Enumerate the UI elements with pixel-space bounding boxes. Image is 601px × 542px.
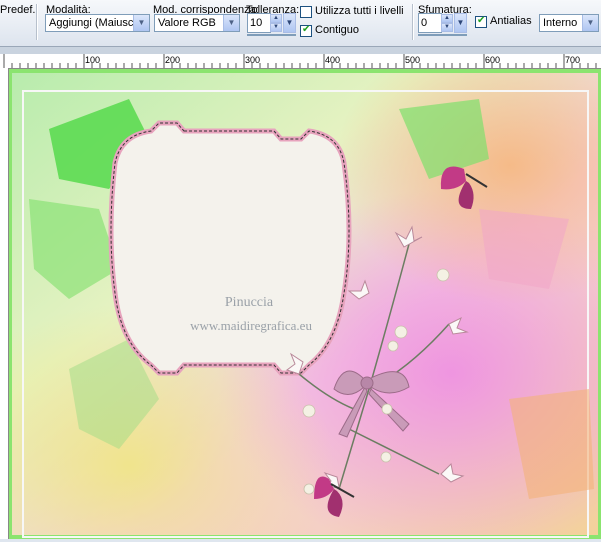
ruler-label: 500 bbox=[405, 55, 421, 65]
match-mode-dropdown[interactable]: Valore RGB ▼ bbox=[154, 14, 240, 32]
chevron-down-icon[interactable]: ▼ bbox=[133, 15, 149, 31]
tolerance-down-icon[interactable]: ▼ bbox=[270, 23, 282, 32]
tool-options-toolbar: Predef.: Modalità: Aggiungi (Maiusc) ▼ M… bbox=[0, 0, 601, 47]
mode-value: Aggiungi (Maiusc) bbox=[49, 17, 138, 29]
match-mode-value: Valore RGB bbox=[158, 17, 216, 29]
feather-down-icon[interactable]: ▼ bbox=[441, 23, 453, 32]
watermark-line1: Pinuccia bbox=[225, 295, 274, 310]
tolerance-input[interactable]: 10 bbox=[247, 13, 271, 33]
ruler-label: 200 bbox=[165, 55, 181, 65]
feather-up-icon[interactable]: ▲ bbox=[441, 14, 453, 23]
separator bbox=[412, 4, 413, 40]
chevron-down-icon[interactable]: ▼ bbox=[223, 15, 239, 31]
horizontal-ruler: 100 200 300 400 500 600 700 bbox=[0, 54, 601, 69]
contiguous-checkbox[interactable] bbox=[300, 24, 312, 37]
ruler-label: 600 bbox=[485, 55, 501, 65]
ruler-label: 300 bbox=[245, 55, 261, 65]
tolerance-up-icon[interactable]: ▲ bbox=[270, 14, 282, 23]
feather-slider[interactable] bbox=[418, 34, 467, 36]
use-all-layers-label: Utilizza tutti i livelli bbox=[315, 5, 404, 17]
preset-label: Predef.: bbox=[0, 4, 39, 16]
antialias-checkbox[interactable] bbox=[475, 15, 487, 28]
canvas-artwork: Pinuccia www.maidiregrafica.eu bbox=[9, 69, 601, 539]
tolerance-slider[interactable] bbox=[247, 34, 296, 36]
ruler-label: 400 bbox=[325, 55, 341, 65]
antialias-mode-value: Interno bbox=[543, 17, 578, 29]
feather-input[interactable]: 0 bbox=[418, 13, 442, 33]
contiguous-label: Contiguo bbox=[315, 24, 360, 36]
use-all-layers-checkbox[interactable] bbox=[300, 6, 312, 18]
label-frame bbox=[108, 120, 352, 376]
tolerance-dropdown-icon[interactable]: ▼ bbox=[283, 13, 296, 33]
separator bbox=[36, 4, 37, 40]
image-canvas[interactable]: Pinuccia www.maidiregrafica.eu bbox=[9, 69, 601, 539]
vertical-ruler bbox=[0, 68, 9, 539]
mode-dropdown[interactable]: Aggiungi (Maiusc) ▼ bbox=[45, 14, 150, 32]
feather-dropdown-icon[interactable]: ▼ bbox=[454, 13, 467, 33]
watermark-line2: www.maidiregrafica.eu bbox=[190, 318, 312, 333]
antialias-label: Antialias bbox=[490, 15, 532, 27]
toolbar-gap bbox=[0, 47, 601, 54]
ruler-label: 100 bbox=[85, 55, 101, 65]
chevron-down-icon[interactable]: ▼ bbox=[582, 15, 598, 31]
ruler-label: 700 bbox=[565, 55, 581, 65]
antialias-mode-dropdown[interactable]: Interno ▼ bbox=[539, 14, 599, 32]
